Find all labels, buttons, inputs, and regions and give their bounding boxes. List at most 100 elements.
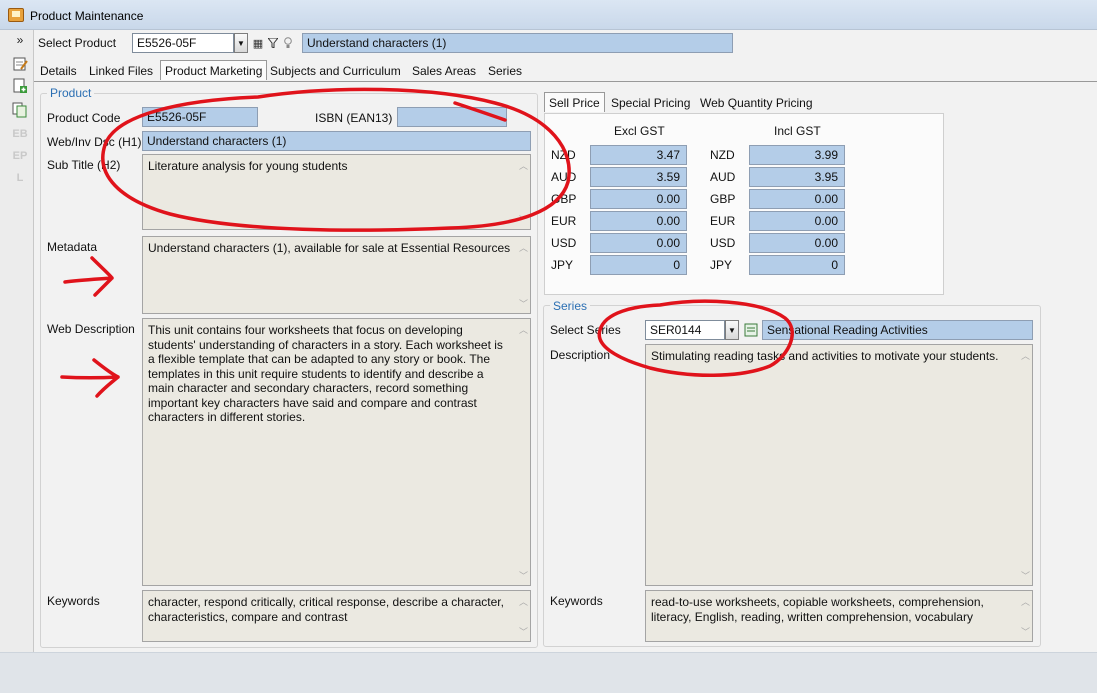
currency-label: USD bbox=[551, 236, 577, 250]
web-description-label: Web Description bbox=[47, 322, 135, 336]
metadata-textarea[interactable]: Understand characters (1), available for… bbox=[142, 236, 531, 314]
currency-label: GBP bbox=[710, 192, 736, 206]
incl-gst-header: Incl GST bbox=[774, 124, 821, 138]
product-group-title: Product bbox=[47, 86, 95, 100]
lightbulb-icon[interactable] bbox=[281, 34, 295, 52]
scroll-up-icon[interactable]: ︿ bbox=[519, 159, 528, 174]
series-keywords-label: Keywords bbox=[550, 594, 603, 608]
chevron-down-icon[interactable]: ▼ bbox=[234, 33, 248, 53]
excl-price-field[interactable]: 3.59 bbox=[590, 167, 687, 187]
metadata-text: Understand characters (1), available for… bbox=[148, 241, 511, 255]
add-document-icon[interactable] bbox=[10, 76, 30, 96]
web-inv-dsc-field[interactable]: Understand characters (1) bbox=[142, 131, 531, 151]
incl-price-field[interactable]: 3.99 bbox=[749, 145, 845, 165]
scroll-down-icon[interactable]: ﹀ bbox=[519, 297, 528, 312]
sub-title-label: Sub Title (H2) bbox=[47, 158, 121, 172]
scroll-down-icon[interactable]: ﹀ bbox=[519, 625, 528, 640]
web-description-textarea[interactable]: This unit contains four worksheets that … bbox=[142, 318, 531, 586]
product-code-label: Product Code bbox=[47, 111, 121, 125]
keywords-text: character, respond critically, critical … bbox=[148, 595, 504, 624]
web-description-text: This unit contains four worksheets that … bbox=[148, 323, 503, 424]
keywords-label: Keywords bbox=[47, 594, 100, 608]
tab-special-pricing[interactable]: Special Pricing bbox=[607, 93, 694, 113]
series-select-input[interactable]: SER0144 bbox=[645, 320, 725, 340]
scrollbar[interactable]: ︿ ﹀ bbox=[516, 237, 530, 313]
sub-title-textarea[interactable]: Literature analysis for young students ︿… bbox=[142, 154, 531, 230]
tab-sales-areas[interactable]: Sales Areas bbox=[408, 61, 480, 81]
series-name-display: Sensational Reading Activities bbox=[762, 320, 1033, 340]
filter-icon[interactable] bbox=[266, 34, 280, 52]
currency-label: JPY bbox=[710, 258, 733, 272]
tab-details[interactable]: Details bbox=[36, 61, 81, 81]
excl-price-field[interactable]: 0 bbox=[590, 255, 687, 275]
product-select-input[interactable]: E5526-05F bbox=[132, 33, 234, 53]
main-panel: Select Product E5526-05F ▼ ▦ Understand … bbox=[33, 30, 1097, 652]
series-group-title: Series bbox=[550, 299, 591, 313]
scroll-down-icon[interactable]: ﹀ bbox=[1021, 569, 1030, 584]
sell-price-panel: Excl GST Incl GST NZD 3.47 NZD 3.99 AUD … bbox=[544, 113, 944, 295]
incl-price-field[interactable]: 0.00 bbox=[749, 211, 845, 231]
currency-label: USD bbox=[710, 236, 736, 250]
scroll-up-icon[interactable]: ︿ bbox=[1021, 595, 1030, 610]
scroll-up-icon[interactable]: ︿ bbox=[519, 241, 528, 256]
l-icon: L bbox=[16, 172, 24, 184]
keywords-textarea[interactable]: character, respond critically, critical … bbox=[142, 590, 531, 642]
excl-gst-header: Excl GST bbox=[614, 124, 665, 138]
isbn-field[interactable] bbox=[397, 107, 507, 127]
isbn-label: ISBN (EAN13) bbox=[315, 111, 393, 125]
scroll-down-icon[interactable]: ﹀ bbox=[519, 213, 528, 228]
chevron-down-icon[interactable]: ▼ bbox=[725, 320, 739, 340]
edit-series-icon[interactable] bbox=[744, 321, 758, 339]
tab-sell-price[interactable]: Sell Price bbox=[544, 92, 605, 112]
scroll-up-icon[interactable]: ︿ bbox=[519, 323, 528, 338]
excl-price-field[interactable]: 0.00 bbox=[590, 233, 687, 253]
select-series-label: Select Series bbox=[550, 323, 621, 337]
select-product-label: Select Product bbox=[38, 36, 117, 50]
incl-price-field[interactable]: 0.00 bbox=[749, 233, 845, 253]
currency-label: AUD bbox=[710, 170, 736, 184]
tab-linked-files[interactable]: Linked Files bbox=[85, 61, 157, 81]
currency-label: EUR bbox=[710, 214, 736, 228]
incl-price-field[interactable]: 3.95 bbox=[749, 167, 845, 187]
currency-label: JPY bbox=[551, 258, 574, 272]
web-inv-dsc-label: Web/Inv Dsc (H1) bbox=[47, 135, 142, 149]
excl-price-field[interactable]: 3.47 bbox=[590, 145, 687, 165]
excl-price-field[interactable]: 0.00 bbox=[590, 189, 687, 209]
copy-document-icon[interactable] bbox=[10, 100, 30, 120]
status-bar bbox=[0, 652, 1097, 693]
tab-subjects-curriculum[interactable]: Subjects and Curriculum bbox=[266, 61, 405, 81]
metadata-label: Metadata bbox=[47, 240, 98, 254]
calendar-grid-icon[interactable]: ▦ bbox=[251, 34, 265, 52]
currency-label: NZD bbox=[710, 148, 735, 162]
scroll-down-icon[interactable]: ﹀ bbox=[1021, 625, 1030, 640]
scroll-up-icon[interactable]: ︿ bbox=[519, 595, 528, 610]
series-keywords-textarea[interactable]: read-to-use worksheets, copiable workshe… bbox=[645, 590, 1033, 642]
tab-web-quantity-pricing[interactable]: Web Quantity Pricing bbox=[696, 93, 817, 113]
scroll-up-icon[interactable]: ︿ bbox=[1021, 349, 1030, 364]
left-toolbar: » EB EP L bbox=[8, 30, 32, 200]
scrollbar[interactable]: ︿ ﹀ bbox=[516, 591, 530, 641]
product-code-field[interactable]: E5526-05F bbox=[142, 107, 258, 127]
tab-series[interactable]: Series bbox=[484, 61, 526, 81]
tab-product-marketing[interactable]: Product Marketing bbox=[160, 60, 268, 80]
scrollbar[interactable]: ︿ ﹀ bbox=[516, 155, 530, 229]
edit-note-icon[interactable] bbox=[10, 54, 30, 74]
series-description-label: Description bbox=[550, 348, 611, 362]
ep-icon: EP bbox=[12, 150, 28, 162]
window-title: Product Maintenance bbox=[30, 9, 144, 23]
expand-icon[interactable]: » bbox=[10, 30, 30, 50]
eb-icon: EB bbox=[12, 128, 28, 140]
scroll-down-icon[interactable]: ﹀ bbox=[519, 569, 528, 584]
series-description-text: Stimulating reading tasks and activities… bbox=[651, 349, 999, 363]
scrollbar[interactable]: ︿ ﹀ bbox=[516, 319, 530, 585]
excl-price-field[interactable]: 0.00 bbox=[590, 211, 687, 231]
incl-price-field[interactable]: 0.00 bbox=[749, 189, 845, 209]
app-icon bbox=[8, 8, 24, 22]
product-name-display: Understand characters (1) bbox=[302, 33, 733, 53]
scrollbar[interactable]: ︿ ﹀ bbox=[1018, 591, 1032, 641]
series-description-textarea[interactable]: Stimulating reading tasks and activities… bbox=[645, 344, 1033, 586]
pricing-tabs: Sell Price Special Pricing Web Quantity … bbox=[544, 92, 944, 114]
incl-price-field[interactable]: 0 bbox=[749, 255, 845, 275]
currency-label: AUD bbox=[551, 170, 577, 184]
scrollbar[interactable]: ︿ ﹀ bbox=[1018, 345, 1032, 585]
